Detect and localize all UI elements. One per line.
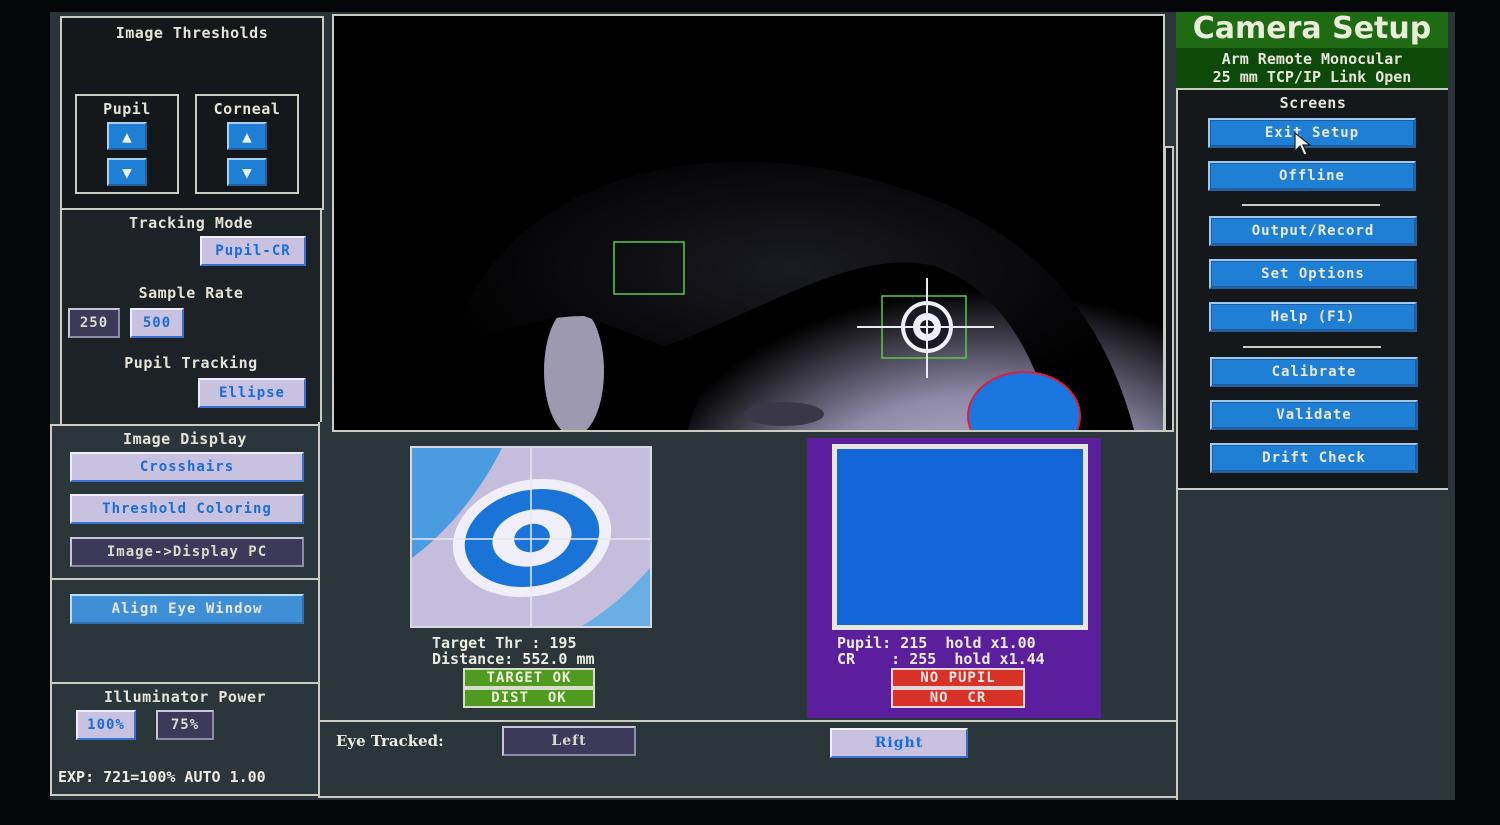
tracking-settings-panel: Tracking Mode Pupil-CR Sample Rate 250 5…: [60, 208, 322, 426]
crosshairs-button[interactable]: Crosshairs: [70, 452, 304, 482]
calibrate-button[interactable]: Calibrate: [1210, 357, 1418, 387]
drift-check-button[interactable]: Drift Check: [1210, 443, 1418, 473]
tracking-mode-button[interactable]: Pupil-CR: [200, 236, 306, 266]
title-main: Camera Setup: [1176, 12, 1448, 48]
pupil-tracking-heading: Pupil Tracking: [124, 354, 258, 372]
tracking-mode-heading: Tracking Mode: [129, 214, 253, 232]
offline-button[interactable]: Offline: [1208, 161, 1416, 191]
sample-rate-250-button[interactable]: 250: [68, 308, 120, 338]
arrow-down-icon: ▼: [242, 162, 252, 182]
arrow-up-icon: ▲: [242, 126, 252, 146]
image-thresholds-panel: Image Thresholds Pupil ▲ ▼ Corneal ▲ ▼: [60, 16, 324, 210]
pupil-threshold-label: Pupil: [103, 100, 151, 118]
eyelink-camera-setup-screen: Image Thresholds Pupil ▲ ▼ Corneal ▲ ▼ T…: [50, 12, 1455, 800]
image-display-heading: Image Display: [123, 430, 247, 448]
distance-ok-status: DIST OK: [463, 688, 595, 708]
exposure-readout: EXP: 721=100% AUTO 1.00: [58, 768, 266, 786]
pupil-threshold-down-button[interactable]: ▼: [107, 158, 147, 186]
pupil-threshold-box: Pupil ▲ ▼: [75, 94, 179, 194]
camera-image: [334, 16, 1163, 430]
target-distance-readout: Distance: 552.0 mm: [432, 650, 595, 668]
title-subtitle-block: Arm Remote Monocular 25 mm TCP/IP Link O…: [1176, 48, 1448, 88]
sample-rate-heading: Sample Rate: [138, 284, 244, 302]
illuminator-100-button[interactable]: 100%: [76, 710, 136, 740]
no-pupil-status: NO PUPIL: [891, 668, 1025, 688]
target-ok-status: TARGET OK: [463, 668, 595, 688]
corneal-threshold-box: Corneal ▲ ▼: [195, 94, 299, 194]
arrow-down-icon: ▼: [122, 162, 132, 182]
eye-view-panel: Pupil: 215 hold x1.00 CR : 255 hold x1.4…: [807, 438, 1101, 718]
title-line2: 25 mm TCP/IP Link Open: [1212, 68, 1412, 86]
align-eye-window-button[interactable]: Align Eye Window: [70, 594, 304, 624]
screens-heading: Screens: [1279, 94, 1347, 112]
pupil-tracking-button[interactable]: Ellipse: [198, 378, 306, 408]
corneal-threshold-up-button[interactable]: ▲: [227, 122, 267, 150]
validate-button[interactable]: Validate: [1210, 400, 1418, 430]
eye-left-button[interactable]: Left: [502, 726, 636, 756]
eye-left-shape: [744, 402, 824, 426]
eye-right-button[interactable]: Right: [830, 728, 968, 758]
illuminator-75-button[interactable]: 75%: [156, 710, 214, 740]
threshold-coloring-button[interactable]: Threshold Coloring: [70, 494, 304, 524]
help-button[interactable]: Help (F1): [1209, 302, 1417, 332]
image-thresholds-heading: Image Thresholds: [115, 24, 269, 42]
target-zoom-image: [412, 448, 650, 626]
eye-tracked-label: Eye Tracked:: [336, 732, 444, 750]
image-display-panel: Image Display Crosshairs Threshold Color…: [50, 424, 320, 580]
corneal-threshold-label: Corneal: [213, 100, 281, 118]
no-cr-status: NO CR: [891, 688, 1025, 708]
eye-tracked-bar: Eye Tracked: Left Right: [318, 720, 1180, 798]
corneal-threshold-down-button[interactable]: ▼: [227, 158, 267, 186]
eye-zoom-view: [832, 444, 1088, 630]
mouse-cursor-icon: [1294, 132, 1312, 156]
illuminator-panel: Illuminator Power 100% 75% EXP: 721=100%…: [50, 682, 320, 796]
camera-view-scrollbar[interactable]: [1164, 146, 1174, 432]
screens-divider-2: [1243, 346, 1381, 348]
camera-image-view[interactable]: [332, 14, 1165, 432]
target-zoom-view: [410, 446, 652, 628]
title-block: Camera Setup Arm Remote Monocular 25 mm …: [1176, 12, 1448, 88]
cr-readout: CR : 255 hold x1.44: [837, 650, 1045, 668]
screens-divider-1: [1242, 204, 1380, 206]
ear-shape: [544, 306, 604, 430]
arrow-up-icon: ▲: [122, 126, 132, 146]
illuminator-power-heading: Illuminator Power: [103, 688, 267, 706]
pupil-threshold-up-button[interactable]: ▲: [107, 122, 147, 150]
right-empty-area: [1176, 490, 1454, 800]
set-options-button[interactable]: Set Options: [1209, 259, 1417, 289]
title-line1: Arm Remote Monocular: [1221, 50, 1403, 68]
sample-rate-500-button[interactable]: 500: [130, 308, 184, 338]
output-record-button[interactable]: Output/Record: [1209, 216, 1417, 246]
image-display-pc-button[interactable]: Image->Display PC: [70, 537, 304, 567]
align-panel: Align Eye Window: [50, 578, 320, 684]
